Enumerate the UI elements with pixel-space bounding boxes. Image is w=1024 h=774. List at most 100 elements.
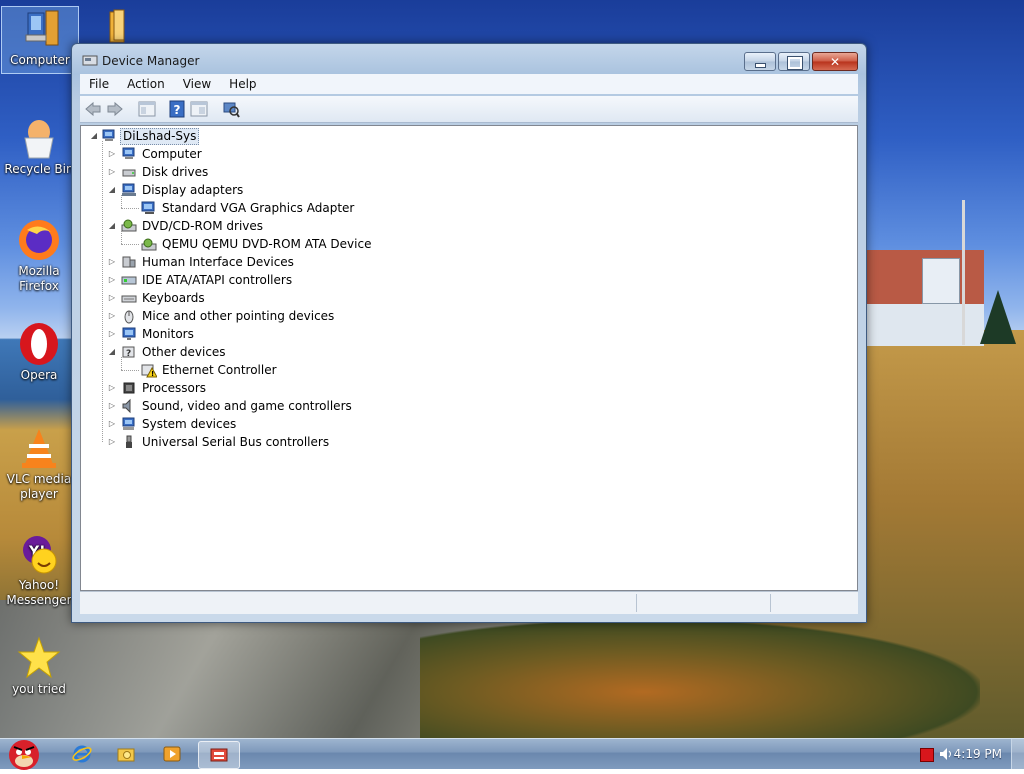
- collapse-arrow-icon[interactable]: ◢: [107, 181, 117, 199]
- tree-category-label: Sound, video and game controllers: [142, 399, 352, 413]
- menu-bar: File Action View Help: [80, 74, 858, 94]
- toolbar: ?: [80, 96, 858, 123]
- menu-action[interactable]: Action: [118, 74, 174, 94]
- scan-hardware-icon[interactable]: [222, 100, 240, 118]
- tree-connector: [121, 195, 122, 208]
- desktop-icon-label: VLC media: [6, 472, 72, 486]
- wallpaper-tree: [980, 290, 1016, 344]
- svg-text:?: ?: [174, 103, 181, 117]
- expand-arrow-icon[interactable]: ▷: [107, 415, 117, 433]
- device-manager-icon: [82, 53, 98, 67]
- device-tree-pane[interactable]: ◢ DiLshad-Sys ▷ Computer ▷ Disk drives ◢ Displa…: [80, 125, 858, 591]
- close-button[interactable]: ✕: [812, 52, 858, 71]
- dvd-drive-icon: [141, 236, 157, 252]
- ide-controller-icon: [121, 272, 137, 288]
- star-icon: [17, 636, 61, 680]
- expand-arrow-icon[interactable]: ▷: [107, 145, 117, 163]
- maximize-icon: [787, 56, 803, 70]
- tree-category-label: System devices: [142, 417, 237, 431]
- volume-icon[interactable]: [938, 746, 954, 762]
- mouse-icon: [121, 308, 137, 324]
- window-controls: ✕: [742, 52, 858, 71]
- desktop-icon-recycle-bin[interactable]: Recycle Bin: [1, 116, 77, 177]
- usb-icon: [121, 434, 137, 450]
- desktop-icon-label: Firefox: [19, 279, 59, 293]
- collapse-arrow-icon[interactable]: ◢: [107, 343, 117, 361]
- taskbar-media-player[interactable]: [152, 741, 192, 767]
- close-icon: ✕: [829, 54, 841, 69]
- desktop-icon-firefox[interactable]: Mozilla Firefox: [1, 218, 77, 294]
- back-arrow-icon[interactable]: [84, 100, 102, 118]
- forward-arrow-icon[interactable]: [106, 100, 124, 118]
- desktop-icon-you-tried[interactable]: you tried: [1, 636, 77, 697]
- expand-arrow-icon[interactable]: ▷: [107, 163, 117, 181]
- opera-icon: [17, 322, 61, 366]
- menu-file[interactable]: File: [80, 74, 118, 94]
- tree-category-label: IDE ATA/ATAPI controllers: [142, 273, 293, 287]
- menu-help[interactable]: Help: [220, 74, 265, 94]
- hid-icon: [121, 254, 137, 270]
- monitor-icon: [121, 326, 137, 342]
- expand-arrow-icon[interactable]: ▷: [107, 433, 117, 451]
- firefox-icon: [17, 218, 61, 262]
- keyboard-icon: [121, 290, 137, 306]
- desktop-icon-vlc[interactable]: VLC media player: [1, 426, 77, 502]
- tree-category-label: DVD/CD-ROM drives: [142, 219, 264, 233]
- tree-device-label: Ethernet Controller: [162, 363, 277, 377]
- tree-connector: [121, 244, 139, 245]
- window-title: Device Manager: [102, 54, 200, 68]
- svg-text:?: ?: [126, 349, 131, 359]
- device-manager-icon: [210, 748, 228, 762]
- computer-icon: [101, 128, 117, 144]
- expand-arrow-icon[interactable]: ▷: [107, 325, 117, 343]
- warning-device-icon: !: [141, 362, 158, 378]
- desktop-icon-yahoo-messenger[interactable]: Y! Yahoo! Messenger: [1, 532, 77, 608]
- dvd-drive-icon: [121, 218, 137, 234]
- tree-category-label: Processors: [142, 381, 207, 395]
- menu-view[interactable]: View: [174, 74, 220, 94]
- tree-category-label: Keyboards: [142, 291, 205, 305]
- collapse-arrow-icon[interactable]: ◢: [89, 127, 99, 145]
- title-bar[interactable]: Device Manager ✕: [72, 44, 866, 74]
- unknown-device-icon: ?: [121, 344, 137, 360]
- properties-pane-icon[interactable]: [138, 100, 156, 118]
- desktop-icon-label: Yahoo!: [18, 578, 60, 592]
- disk-drive-icon: [121, 164, 137, 180]
- expand-arrow-icon[interactable]: ▷: [107, 397, 117, 415]
- tree-category-label: Display adapters: [142, 183, 244, 197]
- console-tree-icon[interactable]: [190, 100, 208, 118]
- maximize-button[interactable]: [778, 52, 810, 71]
- expand-arrow-icon[interactable]: ▷: [107, 253, 117, 271]
- taskbar-internet-explorer[interactable]: [62, 741, 102, 767]
- tree-category-label: Other devices: [142, 345, 226, 359]
- desktop-icon-label: Computer: [10, 53, 70, 67]
- computer-icon: [121, 146, 137, 162]
- start-button[interactable]: [2, 733, 48, 771]
- clock[interactable]: 4:19 PM: [954, 739, 1002, 769]
- action-center-icon[interactable]: [920, 748, 934, 762]
- wallpaper-house: [864, 250, 984, 346]
- tree-category-label: Mice and other pointing devices: [142, 309, 335, 323]
- taskbar-device-manager[interactable]: [198, 741, 240, 769]
- collapse-arrow-icon[interactable]: ◢: [107, 217, 117, 235]
- taskbar-windows-explorer[interactable]: [106, 741, 146, 767]
- speaker-icon: [121, 398, 137, 414]
- tree-connector: [121, 231, 122, 244]
- tree-connector: [121, 208, 139, 209]
- expand-arrow-icon[interactable]: ▷: [107, 379, 117, 397]
- help-icon[interactable]: ?: [168, 100, 186, 118]
- expand-arrow-icon[interactable]: ▷: [107, 271, 117, 289]
- tree-device-label: QEMU QEMU DVD-ROM ATA Device: [162, 237, 372, 251]
- tree-category-label: Computer: [142, 147, 202, 161]
- minimize-button[interactable]: [744, 52, 776, 71]
- show-desktop-button[interactable]: [1011, 739, 1024, 769]
- expand-arrow-icon[interactable]: ▷: [107, 307, 117, 325]
- desktop-icon-computer[interactable]: Computer: [1, 6, 79, 74]
- processor-icon: [121, 380, 137, 396]
- desktop-icon-opera[interactable]: Opera: [1, 322, 77, 383]
- display-adapter-icon: [141, 200, 157, 216]
- tree-connector: [102, 141, 103, 442]
- expand-arrow-icon[interactable]: ▷: [107, 289, 117, 307]
- tree-device-label: Standard VGA Graphics Adapter: [162, 201, 355, 215]
- tree-category-label: Monitors: [142, 327, 194, 341]
